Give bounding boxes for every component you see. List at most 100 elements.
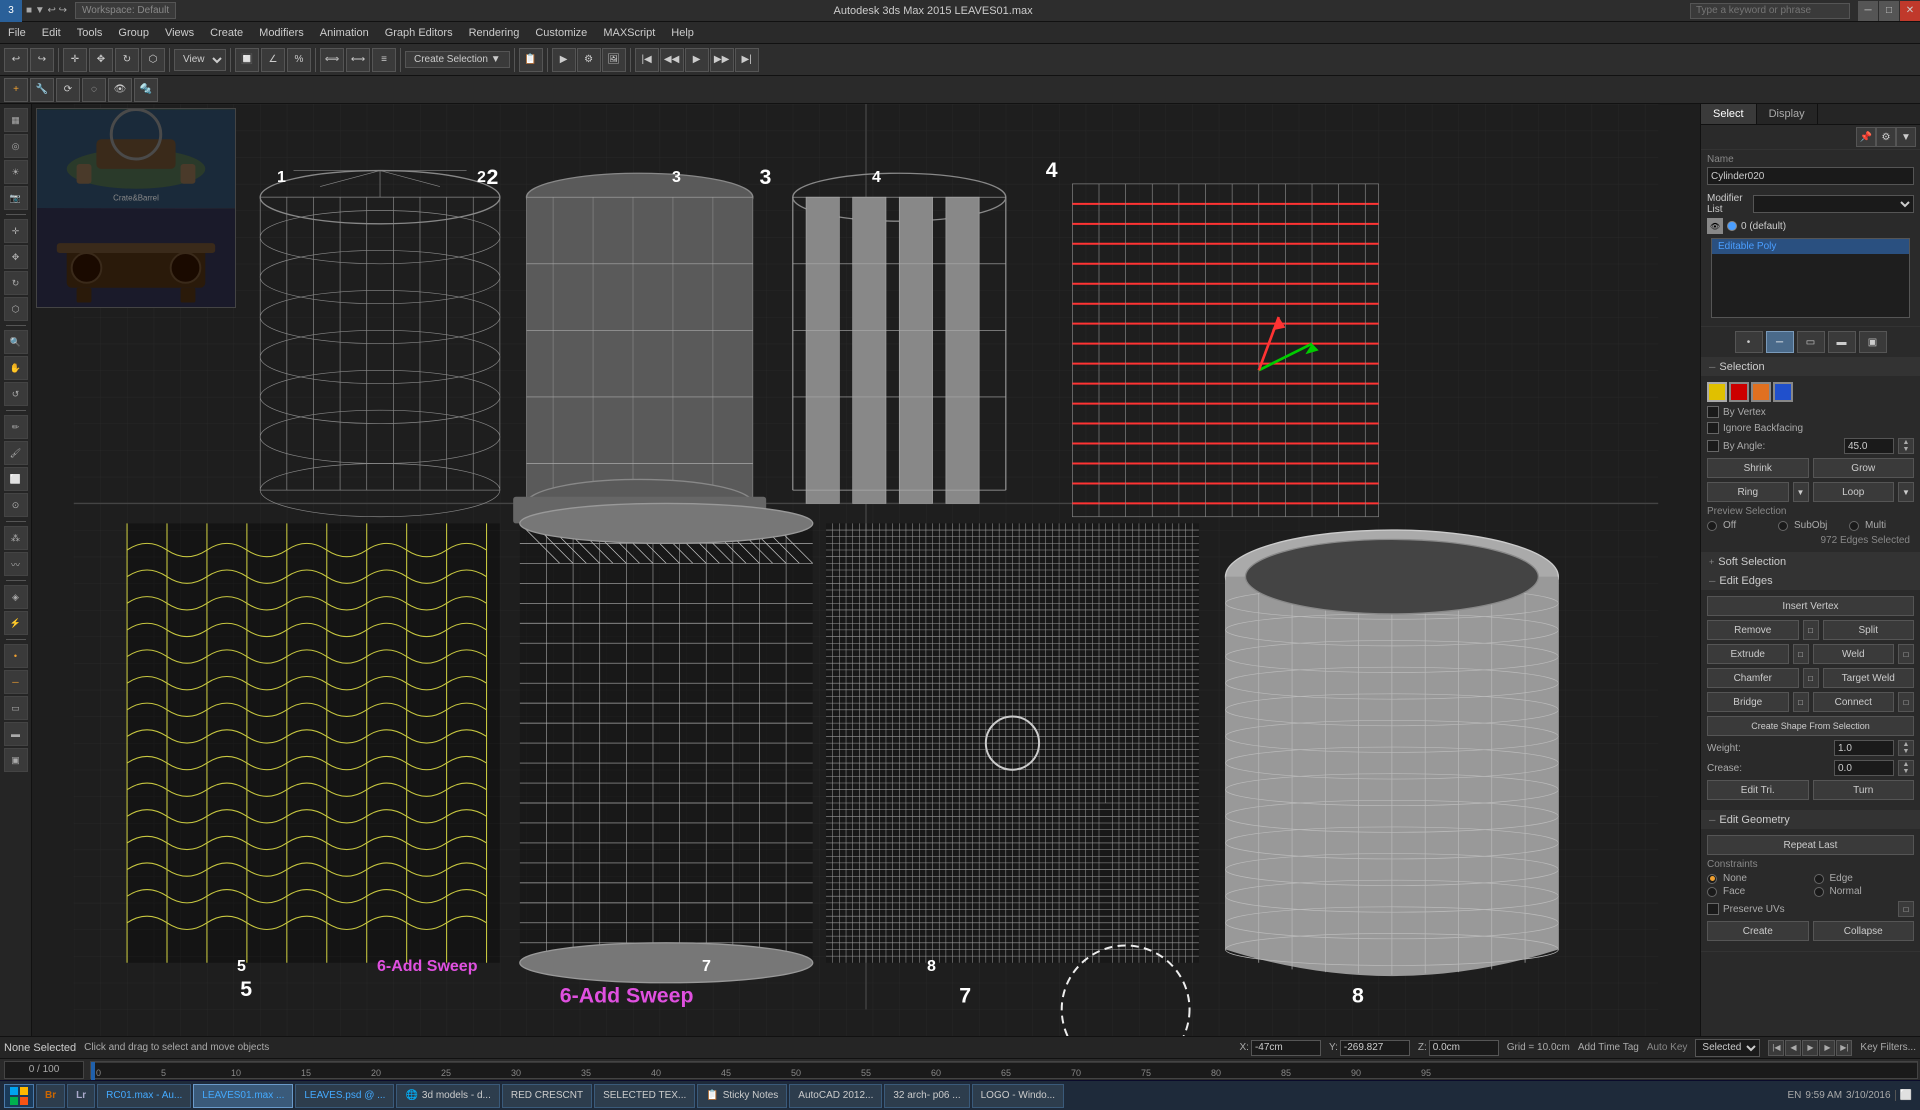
render-settings-btn[interactable]: ⚙	[577, 48, 601, 72]
menu-maxscript[interactable]: MAXScript	[595, 25, 663, 41]
remove-settings-btn[interactable]: □	[1803, 620, 1819, 640]
key-filters-btn[interactable]: Key Filters...	[1860, 1042, 1916, 1053]
grow-btn[interactable]: Grow	[1813, 458, 1915, 478]
remove-btn[interactable]: Remove	[1707, 620, 1799, 640]
layer-btn[interactable]: ≡	[372, 48, 396, 72]
panel-expand-btn[interactable]: ▼	[1896, 127, 1916, 147]
create-geo-btn[interactable]: ▦	[4, 108, 28, 132]
extrude-settings-btn[interactable]: □	[1793, 644, 1809, 664]
scale-tool[interactable]: ⬡	[4, 297, 28, 321]
taskbar-browser[interactable]: 🌐 3d models - d...	[396, 1084, 499, 1108]
taskbar-logo[interactable]: LOGO - Windo...	[972, 1084, 1064, 1108]
crease-up[interactable]: ▲	[1899, 761, 1913, 768]
subobj-border[interactable]: ▭	[4, 696, 28, 720]
select-tool[interactable]: ✛	[4, 219, 28, 243]
z-input[interactable]	[1429, 1040, 1499, 1056]
playback-next-btn[interactable]: ▶▶	[710, 48, 734, 72]
render-frame-btn[interactable]: 🖼	[602, 48, 626, 72]
y-input[interactable]	[1340, 1040, 1410, 1056]
object-name-field[interactable]	[1707, 167, 1914, 185]
x-input[interactable]	[1251, 1040, 1321, 1056]
constraint-edge-radio[interactable]	[1814, 874, 1824, 884]
layer-color-btn[interactable]	[1727, 221, 1737, 231]
taskbar-selected-tex[interactable]: SELECTED TEX...	[594, 1084, 695, 1108]
close-btn[interactable]: ✕	[1900, 1, 1920, 21]
bridge-btn[interactable]: Bridge	[1707, 692, 1789, 712]
subobj-element-btn[interactable]: ▣	[1859, 331, 1887, 353]
pb-prev-frame[interactable]: ◀	[1785, 1040, 1801, 1056]
turn-btn[interactable]: Turn	[1813, 780, 1915, 800]
subobj-border-btn[interactable]: ▭	[1797, 331, 1825, 353]
tab-display[interactable]: Display	[1757, 104, 1818, 124]
crease-down[interactable]: ▼	[1899, 768, 1913, 775]
bridge-settings-btn[interactable]: □	[1793, 692, 1809, 712]
extrude-btn[interactable]: Extrude	[1707, 644, 1789, 664]
sel-color-blue[interactable]	[1773, 382, 1793, 402]
shapes-btn[interactable]: ◎	[4, 134, 28, 158]
by-angle-up[interactable]: ▲	[1899, 439, 1913, 446]
loop-btn[interactable]: Loop	[1813, 482, 1895, 502]
playback-prev-btn[interactable]: ◀◀	[660, 48, 684, 72]
crease-input[interactable]	[1834, 760, 1894, 776]
subobj-element[interactable]: ▣	[4, 748, 28, 772]
soft-selection-header[interactable]: + Soft Selection	[1701, 553, 1920, 571]
redo-btn[interactable]: ↪	[30, 48, 54, 72]
maximize-btn[interactable]: □	[1879, 1, 1899, 21]
frame-display[interactable]: 0 / 100	[4, 1061, 84, 1079]
taskbar-3dsmax-2[interactable]: LEAVES01.max ...	[193, 1084, 293, 1108]
taskbar-arch[interactable]: 32 arch- p06 ...	[884, 1084, 969, 1108]
by-vertex-checkbox[interactable]	[1707, 406, 1719, 418]
menu-rendering[interactable]: Rendering	[461, 25, 528, 41]
ring-btn[interactable]: Ring	[1707, 482, 1789, 502]
reactor-btn[interactable]: ⚡	[4, 611, 28, 635]
space-warp-btn[interactable]: 〰	[4, 552, 28, 576]
select-btn[interactable]: ✛	[63, 48, 87, 72]
undo-btn[interactable]: ↩	[4, 48, 28, 72]
ignore-backfacing-checkbox[interactable]	[1707, 422, 1719, 434]
pb-next-frame[interactable]: ▶	[1819, 1040, 1835, 1056]
collapse-btn[interactable]: Collapse	[1813, 921, 1915, 941]
weight-input[interactable]	[1834, 740, 1894, 756]
rotate-btn[interactable]: ↻	[115, 48, 139, 72]
workspace-label[interactable]: Workspace: Default	[75, 2, 176, 19]
scale-btn[interactable]: ⬡	[141, 48, 165, 72]
menu-tools[interactable]: Tools	[69, 25, 111, 41]
particle-btn[interactable]: ⁂	[4, 526, 28, 550]
sel-color-yellow[interactable]	[1707, 382, 1727, 402]
connect-settings-btn[interactable]: □	[1898, 692, 1914, 712]
panel-pin-btn[interactable]: 📌	[1856, 127, 1876, 147]
search-input[interactable]	[1690, 3, 1850, 19]
paint2-tool[interactable]: 🖌	[4, 441, 28, 465]
tray-show-desktop[interactable]: ⬜	[1895, 1090, 1912, 1101]
constraint-none-radio[interactable]	[1707, 874, 1717, 884]
panel-settings-btn[interactable]: ⚙	[1876, 127, 1896, 147]
menu-edit[interactable]: Edit	[34, 25, 69, 41]
constraint-face-radio[interactable]	[1707, 887, 1717, 897]
playback-start-btn[interactable]: |◀	[635, 48, 659, 72]
create-selection-btn[interactable]: Create Selection ▼	[405, 51, 510, 68]
menu-modifiers[interactable]: Modifiers	[251, 25, 312, 41]
add-time-tag[interactable]: Add Time Tag	[1578, 1042, 1639, 1053]
modifier-editable-poly[interactable]: Editable Poly	[1712, 239, 1909, 254]
angle-snap-btn[interactable]: ∠	[261, 48, 285, 72]
create-btn[interactable]: Create	[1707, 921, 1809, 941]
snap-btn[interactable]: 🔲	[235, 48, 259, 72]
layer-visibility-btn[interactable]: 👁	[1707, 218, 1723, 234]
weld-btn[interactable]: Weld	[1813, 644, 1895, 664]
move-btn[interactable]: ✥	[89, 48, 113, 72]
selection-header[interactable]: ─ Selection	[1701, 358, 1920, 376]
menu-graph-editors[interactable]: Graph Editors	[377, 25, 461, 41]
viewport-area[interactable]: Crate&Barrel	[32, 104, 1700, 1036]
edit-edges-header[interactable]: ─ Edit Edges	[1701, 572, 1920, 590]
by-angle-input[interactable]	[1844, 438, 1894, 454]
bone-tool[interactable]: ⬜	[4, 467, 28, 491]
view-dropdown[interactable]: View	[174, 49, 226, 71]
sel-color-red[interactable]	[1729, 382, 1749, 402]
chamfer-settings-btn[interactable]: □	[1803, 668, 1819, 688]
target-weld-btn[interactable]: Target Weld	[1823, 668, 1915, 688]
preview-off-radio[interactable]	[1707, 521, 1717, 531]
timeline-bar[interactable]: 0 5 10 15 20 25 30 35 40 45 50 55 60 65 …	[90, 1061, 1918, 1079]
modifier-dropdown[interactable]	[1753, 195, 1914, 213]
menu-create[interactable]: Create	[202, 25, 251, 41]
tab-select[interactable]: Select	[1701, 104, 1757, 124]
